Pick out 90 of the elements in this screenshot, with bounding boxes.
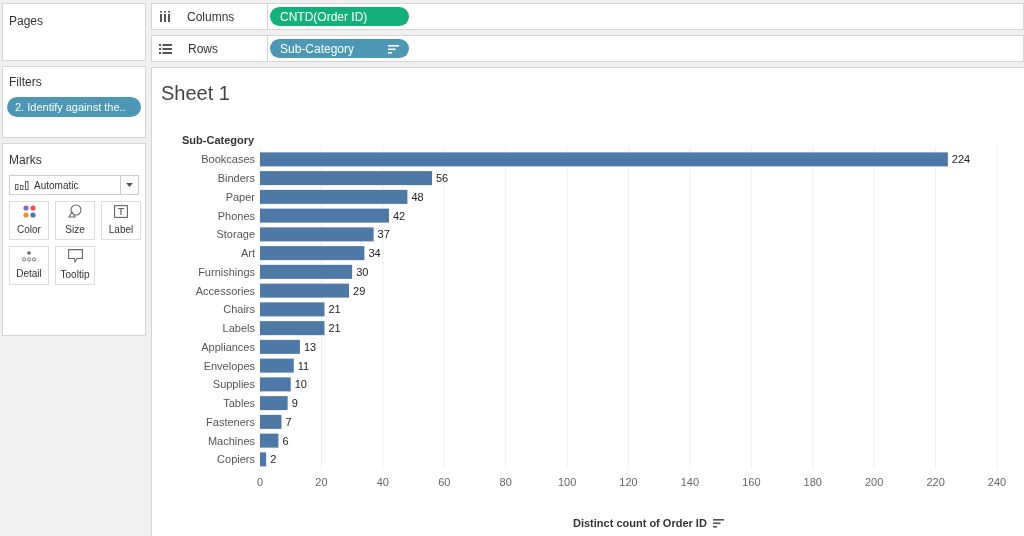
value-label: 29 <box>353 284 366 297</box>
value-label: 21 <box>328 322 341 335</box>
mark-button[interactable]: Tooltip <box>55 246 95 285</box>
tick-label: 40 <box>376 475 389 488</box>
bar[interactable] <box>260 227 374 242</box>
category-label: Envelopes <box>203 359 255 372</box>
value-label: 56 <box>435 172 449 185</box>
bar[interactable] <box>260 246 365 261</box>
category-label: Storage <box>216 228 255 241</box>
bar[interactable] <box>260 433 279 448</box>
card-title: Marks <box>9 152 43 169</box>
category-label: Copiers <box>217 453 255 466</box>
sort-icon[interactable] <box>388 43 399 54</box>
sort-icon[interactable] <box>712 518 724 529</box>
category-label: Fasteners <box>206 415 255 428</box>
axis-title: Distinct count of Order ID <box>573 516 707 531</box>
bar[interactable] <box>260 189 408 204</box>
tick-label: 220 <box>926 475 945 488</box>
bar[interactable] <box>260 339 300 354</box>
value-label: 37 <box>377 228 390 241</box>
tick-label: 140 <box>680 475 700 488</box>
tick-label: 180 <box>803 475 822 488</box>
bar[interactable] <box>260 152 948 167</box>
tick-label: 160 <box>742 475 761 488</box>
tick-label: 100 <box>557 475 577 488</box>
value-label: 224 <box>951 153 971 166</box>
bar[interactable] <box>260 414 282 429</box>
tick-label: 20 <box>315 475 328 488</box>
mark-button[interactable]: Detail <box>9 246 49 285</box>
tick-label: 0 <box>256 475 264 488</box>
speech-bubble-icon <box>67 249 83 263</box>
mark-button[interactable]: Color <box>9 201 49 240</box>
value-label: 21 <box>328 303 341 316</box>
shelf-label: Rows <box>188 40 218 58</box>
card-title: Filters <box>8 74 43 91</box>
shelf-label: Columns <box>187 8 235 26</box>
color-dots-icon <box>22 204 36 218</box>
tick-label: 240 <box>987 475 1007 488</box>
value-label: 9 <box>291 397 298 410</box>
category-label: Furnishings <box>198 265 255 278</box>
card-title: Pages <box>9 13 45 30</box>
mark-type-dropdown[interactable]: Automatic <box>9 175 139 195</box>
category-label: Bookcases <box>201 153 255 166</box>
rows-icon <box>159 43 172 54</box>
category-label: Binders <box>217 172 255 185</box>
category-label: Chairs <box>223 303 255 316</box>
bar[interactable] <box>260 452 267 467</box>
bar-chart-icon <box>15 180 29 190</box>
bar[interactable] <box>260 321 325 336</box>
bar[interactable] <box>260 302 325 317</box>
bar[interactable] <box>260 358 294 373</box>
tick-label: 200 <box>865 475 884 488</box>
bar[interactable] <box>260 208 389 223</box>
bar[interactable] <box>260 283 350 298</box>
columns-icon <box>159 11 171 22</box>
tick-label: 80 <box>499 475 512 488</box>
mark-button[interactable]: Size <box>55 201 95 240</box>
shapes-icon <box>68 204 82 218</box>
text-label-icon <box>114 204 128 218</box>
category-label: Art <box>240 247 255 260</box>
value-label: 2 <box>270 453 277 466</box>
category-label: Accessories <box>195 284 255 297</box>
value-label: 7 <box>285 415 292 428</box>
dots-icon <box>22 250 36 262</box>
value-label: 30 <box>356 265 369 278</box>
value-label: 34 <box>368 247 381 260</box>
category-label: Labels <box>222 322 255 335</box>
caret-icon[interactable] <box>126 183 133 187</box>
tick-label: 60 <box>438 475 451 488</box>
mark-button[interactable]: Label <box>101 201 141 240</box>
value-label: 11 <box>297 359 310 372</box>
bar[interactable] <box>260 396 288 411</box>
value-label: 48 <box>411 190 424 203</box>
category-label: Supplies <box>212 378 255 391</box>
dropdown-value: Automatic <box>34 178 79 193</box>
sheet-title: Sheet 1 <box>160 81 231 106</box>
bar[interactable] <box>260 377 291 392</box>
tick-label: 120 <box>619 475 638 488</box>
category-label: Paper <box>225 190 255 203</box>
category-label: Appliances <box>201 340 255 353</box>
value-label: 42 <box>393 209 406 222</box>
bar[interactable] <box>260 171 432 186</box>
axis-title: Sub-Category <box>182 134 255 146</box>
value-label: 10 <box>294 378 307 391</box>
value-label: 6 <box>282 434 289 447</box>
category-label: Machines <box>207 434 255 447</box>
category-label: Phones <box>217 209 255 222</box>
category-label: Tables <box>223 397 255 410</box>
value-label: 13 <box>303 340 317 353</box>
bar[interactable] <box>260 264 353 279</box>
